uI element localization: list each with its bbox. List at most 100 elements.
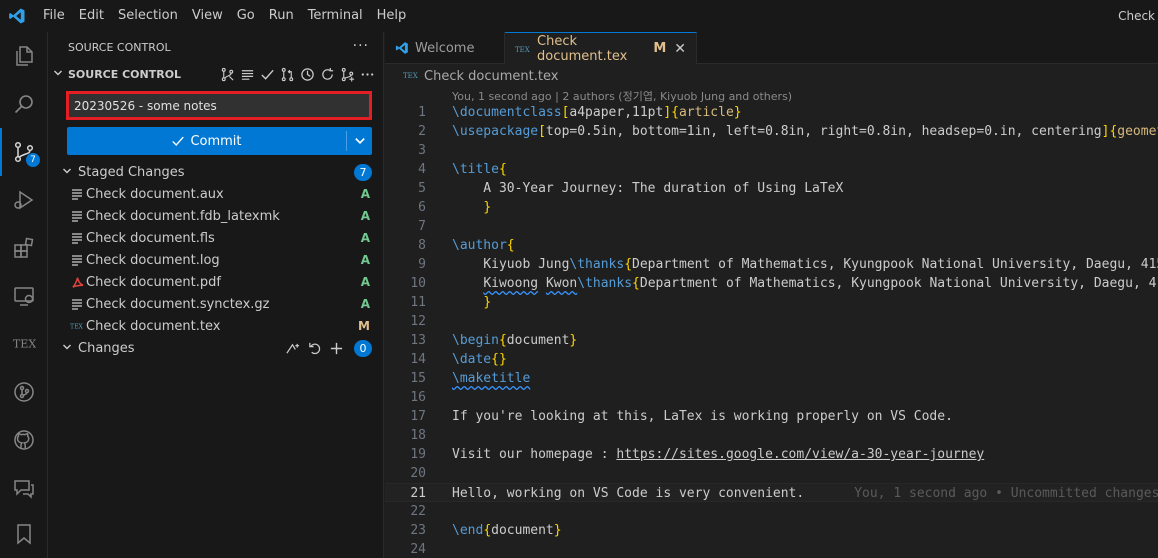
line-number: 8 [418,238,426,253]
source-control-badge: 7 [26,153,40,167]
code-line: 5 A 30-Year Journey: The duration of Usi… [385,179,1158,198]
blame-header[interactable]: You, 1 second ago | 2 authors (정기엽, Kiyu… [452,88,792,104]
line-number: 22 [410,504,426,519]
code-line: 12 [385,312,1158,331]
comments-icon[interactable] [0,464,48,512]
code-text: \date{} [452,352,507,367]
search-icon[interactable] [0,80,48,128]
check-icon [172,136,185,146]
code-line: 24 [385,540,1158,558]
commit-label: Commit [190,133,242,149]
refresh-icon[interactable] [317,65,337,83]
line-number: 16 [410,390,426,405]
staged-changes-label: Staged Changes [78,164,185,180]
github-icon[interactable] [0,416,48,464]
code-line: 13 \begin{document} [385,331,1158,350]
inline-blame[interactable]: You, 1 second ago • Uncommitted changes [854,486,1158,501]
menu-view[interactable]: View [185,0,230,32]
file-status: A [360,209,370,223]
extensions-icon[interactable] [0,224,48,272]
menu-selection[interactable]: Selection [111,0,185,32]
staged-file-row[interactable]: Check document.fdb_latexmk A [48,205,384,227]
stage-all-icon[interactable] [326,339,346,357]
code-editor[interactable]: You, 1 second ago | 2 authors (정기엽, Kiyu… [385,88,1158,558]
menu-run[interactable]: Run [262,0,301,32]
vscode-logo-icon [0,0,34,32]
view-graph-icon[interactable] [217,65,237,83]
tab-label: Welcome [415,40,475,56]
discard-icon[interactable] [304,339,324,357]
tab-check-document[interactable]: TEX Check document.tex M ✕ [505,32,697,64]
commit-message-input[interactable] [69,94,369,117]
line-number: 1 [418,105,426,120]
breadcrumb-file[interactable]: Check document.tex [424,69,558,84]
file-status: A [360,253,370,267]
line-number: 9 [418,257,426,272]
code-line: 17 If you're looking at this, LaTex is wo… [385,407,1158,426]
staged-file-row[interactable]: Check document.fls A [48,227,384,249]
chevron-down-icon [48,166,78,179]
sidebar-title: SOURCE CONTROL [68,41,171,54]
staged-changes-group[interactable]: Staged Changes 7 [48,161,384,183]
menu-edit[interactable]: Edit [72,0,111,32]
branch-graph-icon[interactable] [337,65,357,83]
code-text: Kiwoong Kwon\thanks{Department of Mathem… [483,276,1158,291]
file-status: A [360,187,370,201]
code-text: } [483,295,492,310]
file-name: Check document.aux [86,186,224,202]
file-lines-icon [70,231,84,245]
line-number: 19 [410,447,426,462]
svg-text:TEX: TEX [403,72,418,80]
svg-text:TEX: TEX [13,338,36,351]
git-graph-icon[interactable] [0,368,48,416]
check-commit-icon[interactable] [257,65,277,83]
homepage-link[interactable]: https://sites.google.com/view/a-30-year-… [616,447,984,462]
source-control-icon[interactable]: 7 [0,128,48,176]
run-debug-icon[interactable] [0,176,48,224]
menu-terminal[interactable]: Terminal [301,0,370,32]
list-view-icon[interactable] [237,65,257,83]
menu-go[interactable]: Go [230,0,262,32]
commit-button[interactable]: Commit [67,127,372,155]
source-control-section-header[interactable]: SOURCE CONTROL [48,63,383,85]
more-actions-icon[interactable]: ··· [353,38,369,54]
pull-request-icon[interactable] [277,65,297,83]
changes-toolbar [282,339,346,357]
menu-file[interactable]: File [36,0,72,32]
file-lines-icon [70,209,84,223]
line-number: 23 [410,523,426,538]
staged-file-row[interactable]: Check document.log A [48,249,384,271]
code-line: 9 Kiyuob Jung\thanks{Department of Mathe… [385,255,1158,274]
tex-icon: TEX [515,44,531,54]
code-text: \begin{document} [452,333,578,348]
section-title: SOURCE CONTROL [68,67,182,81]
editor-tabs: Welcome TEX Check document.tex M ✕ [385,32,1158,64]
remote-explorer-icon[interactable] [0,272,48,320]
tex-icon[interactable]: TEX [0,320,48,368]
svg-text:TEX: TEX [515,46,530,54]
staged-file-row[interactable]: Check document.pdf A [48,271,384,293]
line-number: 21 [410,486,426,501]
changes-group[interactable]: Changes 0 [48,337,384,359]
line-number: 7 [418,219,426,234]
menu-help[interactable]: Help [370,0,414,32]
bookmark-icon[interactable] [0,510,48,558]
code-text: Kiyuob Jung\thanks{Department of Mathema… [452,257,1158,272]
changes-count-badge: 0 [354,340,372,357]
explorer-icon[interactable] [0,32,48,80]
commit-dropdown-button[interactable] [347,127,372,155]
file-name: Check document.fls [86,230,215,246]
staged-file-row[interactable]: TEX Check document.tex M [48,315,384,337]
staged-file-row[interactable]: Check document.aux A [48,183,384,205]
staged-file-row[interactable]: Check document.synctex.gz A [48,293,384,315]
more-icon[interactable] [357,65,377,83]
commit-main-button[interactable]: Commit [67,127,346,155]
close-icon[interactable]: ✕ [674,41,686,57]
line-number: 10 [410,276,426,291]
tab-welcome[interactable]: Welcome [385,32,505,64]
line-number: 5 [418,181,426,196]
code-line: 14 \date{} [385,350,1158,369]
tex-icon: TEX [70,319,84,333]
history-icon[interactable] [297,65,317,83]
open-changes-icon[interactable] [282,339,302,357]
